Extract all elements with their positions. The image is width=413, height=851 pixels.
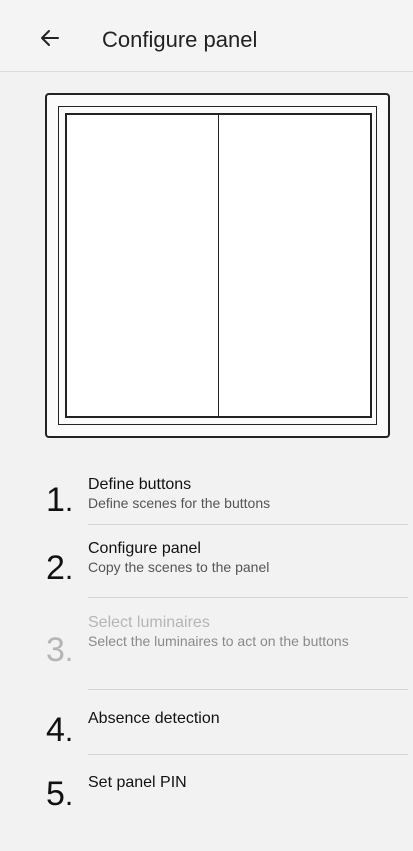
divider — [88, 597, 408, 598]
step-number: 1. — [46, 481, 74, 519]
step-set-panel-pin[interactable]: 5. Set panel PIN — [40, 765, 408, 813]
arrow-left-icon — [41, 30, 59, 46]
step-subtitle: Define scenes for the buttons — [88, 495, 271, 511]
panel-button-right[interactable] — [218, 113, 372, 418]
step-title: Select luminaires — [88, 614, 210, 631]
step-subtitle: Select the luminaires to act on the butt… — [88, 633, 349, 649]
divider — [88, 524, 408, 525]
panel-frame — [58, 106, 377, 425]
panel-button-left[interactable] — [65, 113, 219, 418]
step-number: 2. — [46, 549, 74, 587]
divider — [88, 754, 408, 755]
step-define-buttons[interactable]: 1. Define buttons Define scenes for the … — [40, 467, 408, 519]
step-title: Configure panel — [88, 540, 201, 557]
panel-preview — [45, 93, 390, 438]
step-number: 3. — [46, 631, 74, 669]
step-title: Absence detection — [88, 710, 220, 727]
step-select-luminaires[interactable]: 3. Select luminaires Select the luminair… — [40, 605, 408, 675]
step-configure-panel[interactable]: 2. Configure panel Copy the scenes to th… — [40, 535, 408, 587]
step-title: Define buttons — [88, 476, 192, 493]
step-subtitle: Copy the scenes to the panel — [88, 559, 270, 575]
step-title: Set panel PIN — [88, 774, 187, 791]
step-absence-detection[interactable]: 4. Absence detection — [40, 701, 408, 749]
divider — [88, 689, 408, 690]
back-button[interactable] — [30, 18, 70, 58]
page-title: Configure panel — [102, 27, 258, 52]
step-number: 5. — [46, 775, 74, 813]
app-bar: Configure panel — [0, 0, 413, 72]
step-number: 4. — [46, 711, 74, 749]
